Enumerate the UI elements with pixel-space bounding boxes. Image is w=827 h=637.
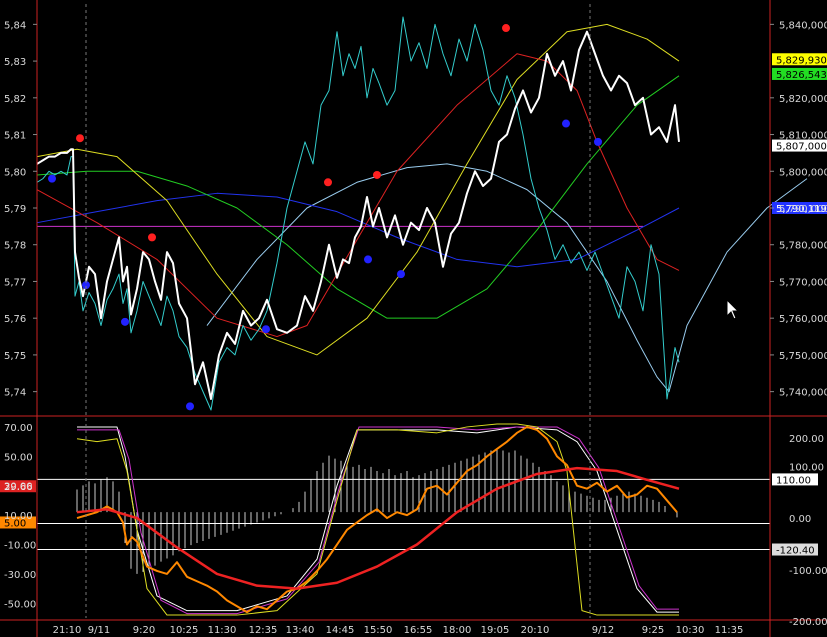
price-left-tick: 5,81 — [4, 131, 26, 142]
price-right-tick: 5,780,000 — [779, 241, 827, 252]
osc-left-tick: 50.00 — [4, 452, 33, 463]
x-tick-label: 9:20 — [133, 625, 155, 636]
value-label: 5,826,543 — [776, 70, 827, 81]
signal-marker — [148, 233, 156, 242]
signal-marker — [76, 134, 84, 143]
osc-right-tick: -100.00 — [789, 566, 827, 577]
value-label: 5,807,000 — [776, 142, 827, 153]
price-left-tick: 5,83 — [4, 57, 26, 68]
x-tick-label: 16:55 — [404, 625, 433, 636]
osc-right-tick: -200.00 — [789, 617, 827, 628]
chart-canvas: 5,829,9305,826,5435,807,0005,790,119 29.… — [0, 0, 827, 637]
price-right-tick: 5,770,000 — [779, 277, 827, 288]
price-left-tick: 5,79 — [4, 204, 26, 215]
price-left-tick: 5,84 — [4, 20, 26, 31]
signal-marker — [373, 170, 381, 179]
osc-left-tick: -10.00 — [4, 541, 36, 552]
price-left-tick: 5,77 — [4, 277, 26, 288]
price-right-tick: 5,760,000 — [779, 314, 827, 325]
price-left-tick: 5,74 — [4, 388, 26, 399]
price-right-tick: 5,790,000 — [779, 204, 827, 215]
osc-right-label: 110.00 — [776, 475, 811, 486]
x-tick-label: 11:35 — [715, 625, 744, 636]
x-tick-label: 18:00 — [443, 625, 472, 636]
signal-marker — [186, 402, 194, 411]
osc-right-label: -120.40 — [776, 546, 815, 557]
x-tick-label: 15:50 — [364, 625, 393, 636]
price-left-tick: 5,80 — [4, 167, 26, 178]
price-right-tick: 5,800,000 — [779, 167, 827, 178]
signal-marker — [397, 270, 405, 279]
price-right-tick: 5,840,000 — [779, 20, 827, 31]
price-right-tick: 5,750,000 — [779, 351, 827, 362]
osc-left-tick: 70.00 — [4, 423, 33, 434]
x-tick-label: 9/12 — [592, 625, 614, 636]
x-tick-label: 13:40 — [286, 625, 315, 636]
osc-left-tick: -50.00 — [4, 599, 36, 610]
signal-marker — [502, 24, 510, 33]
x-tick-label: 19:05 — [481, 625, 510, 636]
x-tick-label: 14:45 — [326, 625, 355, 636]
x-tick-label: 10:25 — [170, 625, 199, 636]
x-tick-label: 11:30 — [208, 625, 237, 636]
x-tick-label: 9/11 — [88, 625, 110, 636]
x-tick-label: 20:10 — [521, 625, 550, 636]
signal-marker — [121, 317, 129, 326]
signal-marker — [594, 137, 602, 146]
signal-marker — [562, 119, 570, 128]
price-right-tick: 5,740,000 — [779, 388, 827, 399]
value-label: 5,829,930 — [776, 55, 827, 66]
osc-left-tick: 10.00 — [4, 511, 33, 522]
signal-marker — [48, 174, 56, 183]
osc-right-tick: 100.00 — [789, 462, 824, 473]
signal-marker — [262, 325, 270, 334]
price-right-tick: 5,820,000 — [779, 94, 827, 105]
x-tick-label: 12:35 — [249, 625, 278, 636]
x-tick-label: 10:30 — [676, 625, 705, 636]
signal-marker — [364, 255, 372, 264]
osc-right-tick: 200.00 — [789, 434, 824, 445]
osc-left-tick: -30.00 — [4, 570, 36, 581]
price-left-tick: 5,82 — [4, 94, 26, 105]
osc-left-tick: 30.00 — [4, 482, 33, 493]
price-left-tick: 5,78 — [4, 241, 26, 252]
price-left-tick: 5,76 — [4, 314, 26, 325]
x-tick-label: 21:10 — [53, 625, 82, 636]
osc-right-tick: 0.00 — [789, 514, 811, 525]
price-left-tick: 5,75 — [4, 351, 26, 362]
price-right-tick: 5,810,000 — [779, 131, 827, 142]
x-tick-label: 9:25 — [642, 625, 664, 636]
signal-marker — [324, 178, 332, 187]
